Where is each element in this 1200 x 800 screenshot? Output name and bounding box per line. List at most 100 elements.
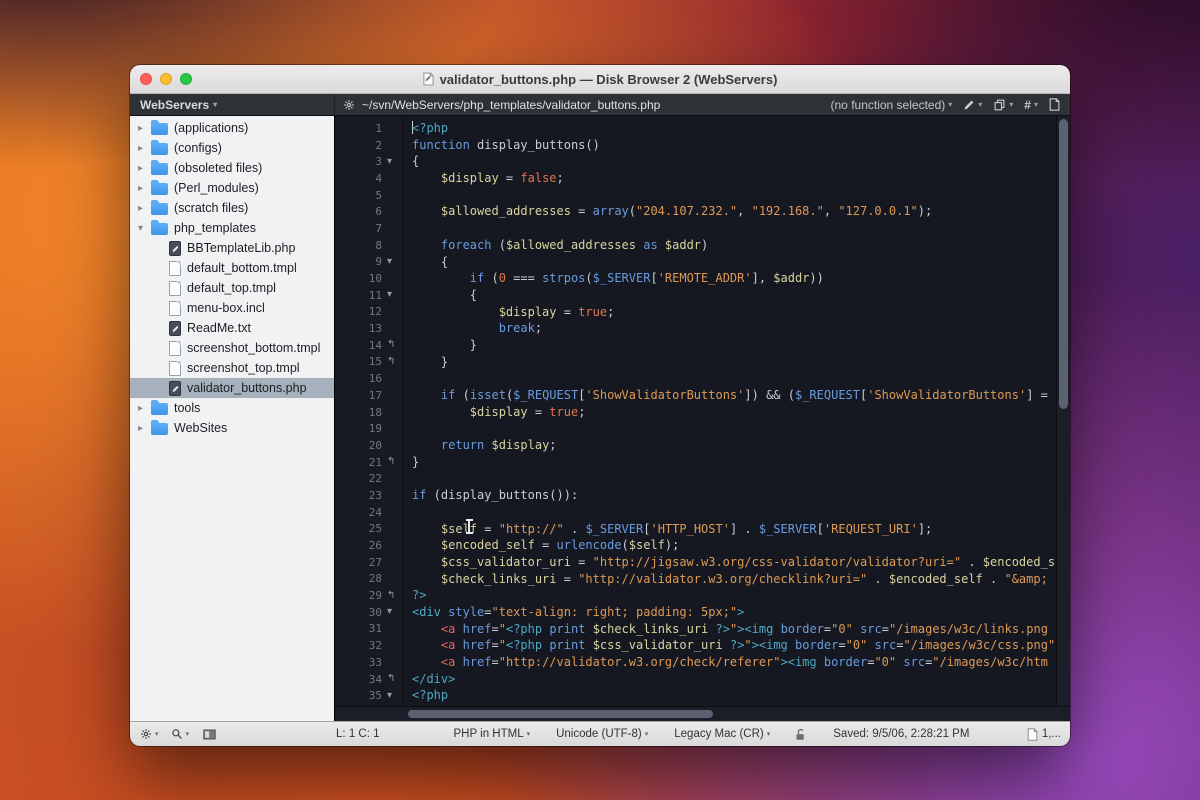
disclosure-triangle-icon[interactable]: ▸ (138, 423, 151, 434)
code-line[interactable]: { (412, 254, 1056, 271)
lock-toggle-button[interactable] (794, 728, 807, 741)
encoding-popup[interactable]: Unicode (UTF-8) ▾ (556, 728, 648, 740)
vertical-scrollbar-thumb[interactable] (1059, 119, 1068, 409)
titlebar-document-icon[interactable] (423, 72, 434, 86)
fold-triangle-icon[interactable]: ▾ (387, 157, 402, 167)
window-titlebar[interactable]: validator_buttons.php — Disk Browser 2 (… (130, 65, 1070, 94)
code-line[interactable]: <?php (412, 687, 1056, 704)
tree-item[interactable]: default_top.tmpl (130, 278, 334, 298)
line-breaks-popup[interactable]: Legacy Mac (CR) ▾ (674, 728, 770, 740)
code-line[interactable]: <a href="<?php print $check_links_uri ?>… (412, 621, 1056, 638)
disclosure-triangle-icon[interactable]: ▸ (138, 403, 151, 414)
symbols-menu-button[interactable]: # ▾ (1024, 98, 1038, 112)
disclosure-triangle-icon[interactable]: ▸ (138, 163, 151, 174)
code-line[interactable]: $allowed_addresses = array("204.107.232.… (412, 203, 1056, 220)
code-lines: <?phpfunction display_buttons(){ $displa… (412, 120, 1056, 704)
markers-menu-button[interactable]: ▾ (963, 99, 982, 111)
tree-item[interactable]: validator_buttons.php (130, 378, 334, 398)
tree-item[interactable]: screenshot_top.tmpl (130, 358, 334, 378)
tree-item[interactable]: ▸tools (130, 398, 334, 418)
split-pane-button[interactable] (203, 729, 216, 740)
language-popup[interactable]: PHP in HTML ▾ (454, 728, 531, 740)
code-line[interactable]: <?php (412, 120, 1056, 137)
tree-item[interactable]: default_bottom.tmpl (130, 258, 334, 278)
tree-item[interactable]: ▸(configs) (130, 138, 334, 158)
code-line[interactable]: { (412, 287, 1056, 304)
folder-icon (151, 123, 168, 135)
fold-triangle-icon[interactable]: ▾ (387, 607, 402, 617)
code-line[interactable] (412, 470, 1056, 487)
code-line[interactable]: $display = false; (412, 170, 1056, 187)
fold-triangle-icon[interactable]: ▾ (387, 691, 402, 701)
code-line[interactable] (412, 187, 1056, 204)
fold-triangle-icon[interactable]: ▾ (387, 290, 402, 300)
code-line[interactable]: $display = true; (412, 304, 1056, 321)
fold-triangle-icon[interactable]: ▾ (387, 257, 402, 267)
code-line[interactable]: function display_buttons() (412, 137, 1056, 154)
code-line[interactable]: $encoded_self = urlencode($self); (412, 537, 1056, 554)
statusbar-search-menu[interactable]: ▾ (171, 728, 190, 740)
code-line[interactable] (412, 420, 1056, 437)
line-number: 16 (335, 372, 387, 385)
disclosure-triangle-icon[interactable]: ▸ (138, 143, 151, 154)
documents-menu-button[interactable]: ▾ (993, 99, 1013, 111)
code-line[interactable]: $self = "http://" . $_SERVER['HTTP_HOST'… (412, 521, 1056, 538)
code-line[interactable]: <a href="http://validator.w3.org/check/r… (412, 654, 1056, 671)
tree-item[interactable]: BBTemplateLib.php (130, 238, 334, 258)
status-bar: ▾ ▾ L: 1 C: 1 PHP in HTML ▾ Unicode (UTF… (130, 721, 1070, 746)
folder-icon (151, 183, 168, 195)
line-number: 17 (335, 389, 387, 402)
code-line[interactable]: return $display; (412, 437, 1056, 454)
file-path-popup[interactable]: ~/svn/WebServers/php_templates/validator… (362, 98, 660, 112)
tree-item[interactable]: ▸(scratch files) (130, 198, 334, 218)
code-line[interactable]: <div style="text-align: right; padding: … (412, 604, 1056, 621)
tree-item[interactable]: ▸(obsoleted files) (130, 158, 334, 178)
code-line[interactable]: </div> (412, 671, 1056, 688)
code-line[interactable]: <a href="<?php print $css_validator_uri … (412, 637, 1056, 654)
horizontal-scrollbar[interactable] (335, 706, 1070, 721)
code-line[interactable]: if (isset($_REQUEST['ShowValidatorButton… (412, 387, 1056, 404)
tree-item-label: BBTemplateLib.php (187, 241, 295, 255)
code-line[interactable] (412, 370, 1056, 387)
tree-item[interactable]: ▸(Perl_modules) (130, 178, 334, 198)
code-line[interactable]: } (412, 337, 1056, 354)
code-line[interactable]: ?> (412, 587, 1056, 604)
gear-menu-button[interactable] (343, 99, 355, 111)
line-number: 32 (335, 639, 387, 652)
statusbar-gear-menu[interactable]: ▾ (140, 728, 159, 740)
chevron-down-icon: ▾ (186, 730, 190, 738)
code-area[interactable]: <?phpfunction display_buttons(){ $displa… (403, 116, 1056, 706)
folder-icon (151, 223, 168, 235)
chevron-down-icon: ▾ (213, 101, 217, 109)
code-line[interactable] (412, 220, 1056, 237)
code-line[interactable]: if (display_buttons()): (412, 487, 1056, 504)
disclosure-triangle-icon[interactable]: ▾ (138, 223, 151, 234)
code-line[interactable]: } (412, 454, 1056, 471)
code-line[interactable]: $css_validator_uri = "http://jigsaw.w3.o… (412, 554, 1056, 571)
tree-item[interactable]: menu-box.incl (130, 298, 334, 318)
tree-item[interactable]: ReadMe.txt (130, 318, 334, 338)
code-line[interactable]: $check_links_uri = "http://validator.w3.… (412, 571, 1056, 588)
disclosure-triangle-icon[interactable]: ▸ (138, 123, 151, 134)
search-icon (171, 728, 183, 740)
code-line[interactable]: if (0 === strpos($_SERVER['REMOTE_ADDR']… (412, 270, 1056, 287)
unlock-icon (794, 728, 807, 741)
tree-item[interactable]: ▸(applications) (130, 118, 334, 138)
tree-item[interactable]: screenshot_bottom.tmpl (130, 338, 334, 358)
disclosure-triangle-icon[interactable]: ▸ (138, 203, 151, 214)
root-folder-popup[interactable]: WebServers ▾ (130, 94, 335, 115)
vertical-scrollbar[interactable] (1056, 116, 1070, 706)
tree-item[interactable]: ▾php_templates (130, 218, 334, 238)
code-line[interactable]: break; (412, 320, 1056, 337)
new-document-button[interactable] (1049, 98, 1060, 111)
code-line[interactable]: { (412, 153, 1056, 170)
function-selector-popup[interactable]: (no function selected) ▾ (831, 98, 953, 112)
code-line[interactable]: $display = true; (412, 404, 1056, 421)
line-number: 26 (335, 539, 387, 552)
horizontal-scrollbar-thumb[interactable] (408, 710, 713, 718)
code-line[interactable]: foreach ($allowed_addresses as $addr) (412, 237, 1056, 254)
code-line[interactable] (412, 504, 1056, 521)
tree-item[interactable]: ▸WebSites (130, 418, 334, 438)
disclosure-triangle-icon[interactable]: ▸ (138, 183, 151, 194)
code-line[interactable]: } (412, 354, 1056, 371)
